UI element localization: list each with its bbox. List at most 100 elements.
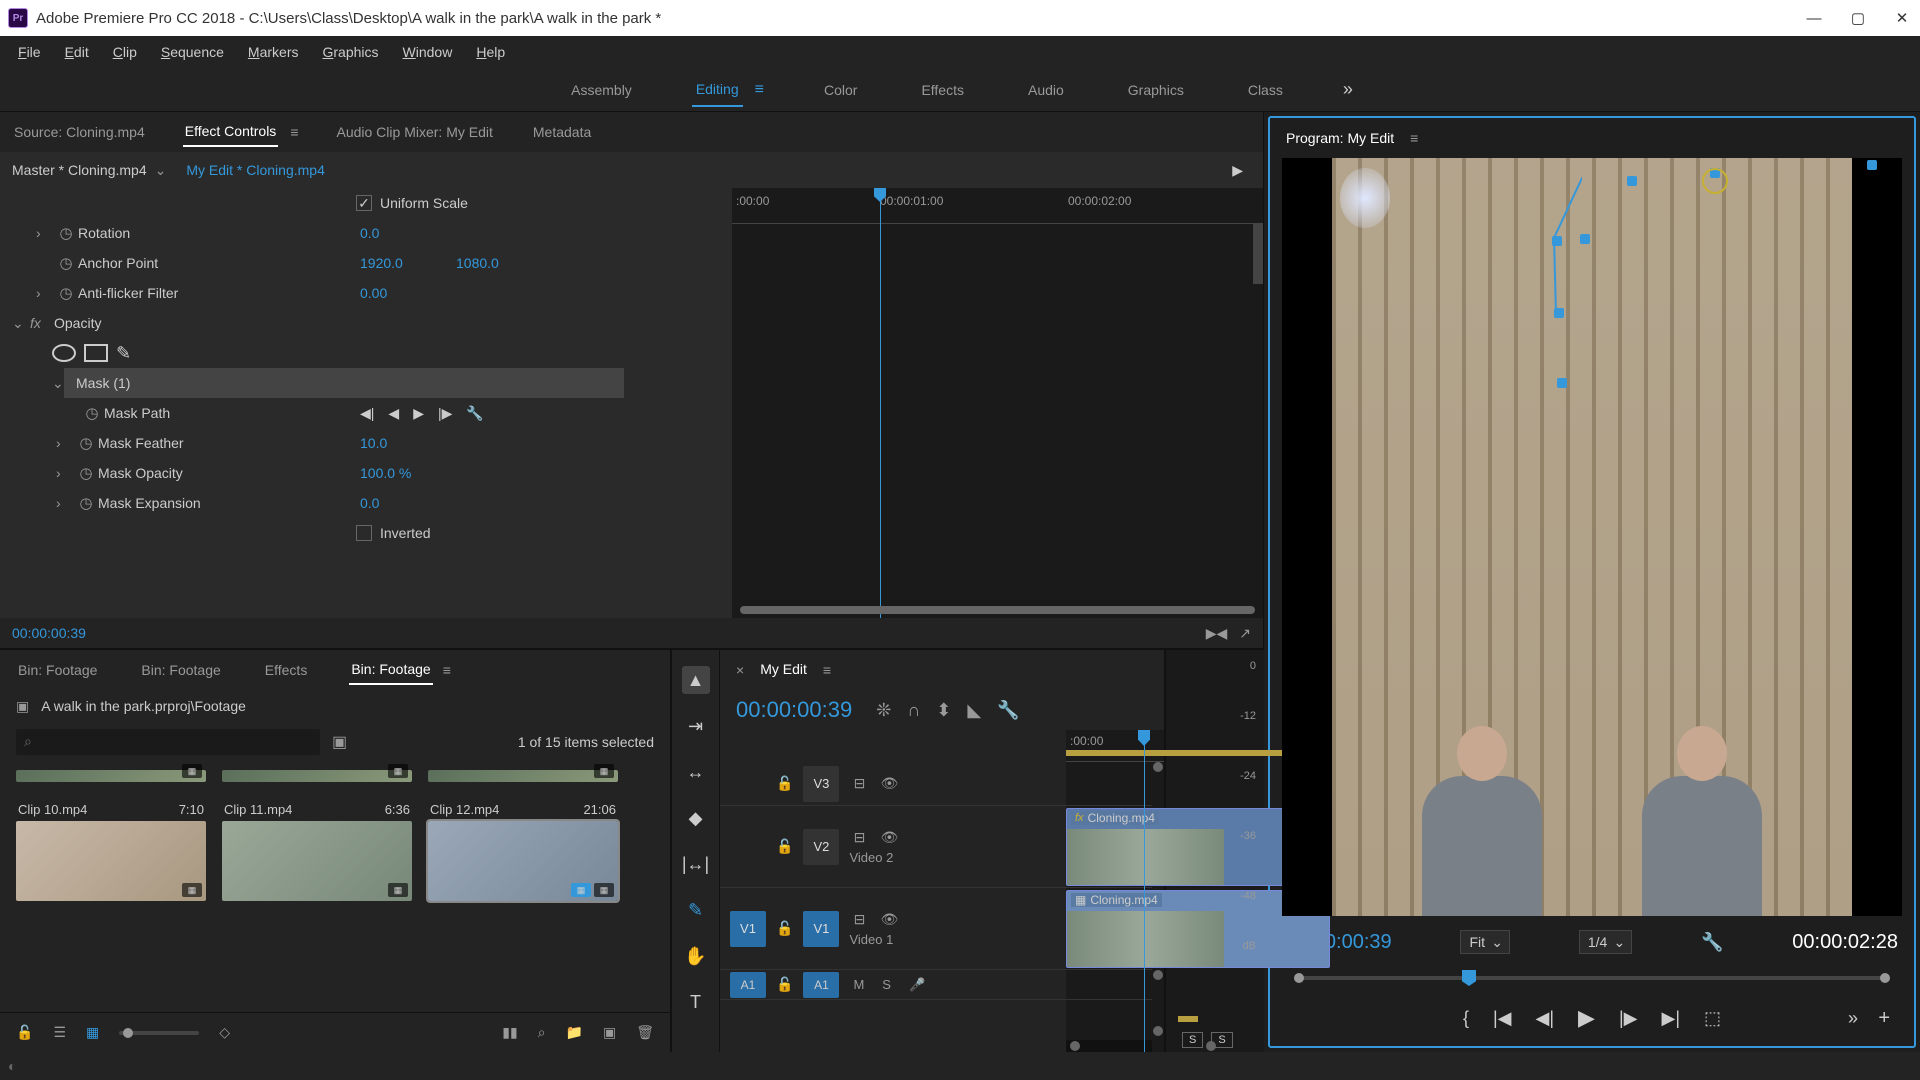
maskfeather-stopwatch-icon[interactable] xyxy=(74,434,98,452)
selection-tool-icon[interactable]: ▲ xyxy=(682,666,710,694)
workspace-class[interactable]: Class xyxy=(1244,74,1287,106)
v1-target[interactable]: V1 xyxy=(803,911,839,947)
timeline-current-time[interactable]: 00:00:00:39 xyxy=(736,697,852,723)
tl-vscroll-mid[interactable] xyxy=(1153,970,1163,980)
effect-playhead[interactable] xyxy=(880,188,881,618)
minimize-button[interactable]: — xyxy=(1804,8,1824,28)
project-tab-bin2[interactable]: Bin: Footage xyxy=(139,656,222,684)
track-select-tool-icon[interactable]: ⇥ xyxy=(682,712,710,740)
workspace-color[interactable]: Color xyxy=(820,74,861,106)
snap-icon[interactable]: ❊ xyxy=(876,700,891,721)
mask-vertex[interactable] xyxy=(1580,234,1590,244)
v3-sync-icon[interactable]: ⊟ xyxy=(849,775,869,792)
timeline-playhead[interactable] xyxy=(1144,730,1145,1052)
v3-target[interactable]: V3 xyxy=(803,766,839,802)
project-tab-bin1[interactable]: Bin: Footage xyxy=(16,656,99,684)
a1-solo-button[interactable]: S xyxy=(878,977,895,992)
maskfeather-value[interactable]: 10.0 xyxy=(360,435,420,451)
mask-inverted-checkbox[interactable] xyxy=(356,525,372,541)
menu-window[interactable]: Window xyxy=(393,40,463,64)
new-bin-footer-icon[interactable]: 📁 xyxy=(566,1024,583,1041)
add-marker-icon[interactable]: ⬍ xyxy=(936,700,951,721)
program-fit-dropdown[interactable]: Fit xyxy=(1460,930,1510,954)
delete-icon[interactable]: 🗑 xyxy=(636,1024,654,1041)
uniform-scale-checkbox[interactable] xyxy=(356,195,372,211)
anchor-stopwatch-icon[interactable] xyxy=(54,254,78,272)
maskexpansion-value[interactable]: 0.0 xyxy=(360,495,420,511)
effect-timeline[interactable]: :00:00 00:00:01:00 00:00:02:00 xyxy=(732,188,1263,618)
lift-icon[interactable]: ⬚ xyxy=(1704,1008,1721,1029)
project-tab-bin-active[interactable]: Bin: Footage xyxy=(349,655,432,685)
project-lock-icon[interactable]: 🔓 xyxy=(16,1024,33,1041)
menu-clip[interactable]: Clip xyxy=(103,40,147,64)
v3-eye-icon[interactable]: 👁 xyxy=(879,775,899,792)
automate-icon[interactable]: ▮▮ xyxy=(502,1024,517,1041)
a1-mute-button[interactable]: M xyxy=(849,977,868,992)
workspace-effects[interactable]: Effects xyxy=(917,74,968,106)
menu-file[interactable]: File xyxy=(8,40,51,64)
tl-vscroll-top[interactable] xyxy=(1153,762,1163,772)
maximize-button[interactable]: ▢ xyxy=(1848,8,1868,28)
mask-track-reverse-icon[interactable]: ◀| xyxy=(360,405,374,422)
pen-tool-icon[interactable]: ✎ xyxy=(682,896,710,924)
effect-controls-menu-icon[interactable]: ≡ xyxy=(290,124,298,140)
meter-solo-l-button[interactable]: S xyxy=(1182,1032,1203,1048)
razor-tool-icon[interactable]: ◆ xyxy=(682,804,710,832)
program-quality-dropdown[interactable]: 1/4 xyxy=(1579,930,1632,954)
maskexpansion-expand-icon[interactable] xyxy=(56,495,74,511)
project-path-up-icon[interactable]: ▣ xyxy=(16,698,29,715)
a1-record-icon[interactable]: 🎤 xyxy=(905,977,929,993)
maskfeather-expand-icon[interactable] xyxy=(56,435,74,451)
goto-out-icon[interactable]: ▶| xyxy=(1661,1008,1680,1029)
timeline-track-area[interactable]: :00:00 00:00:05:00 fxCloning.mp4 xyxy=(1066,730,1164,1052)
v2-eye-icon[interactable]: 👁 xyxy=(879,829,899,846)
program-scrubber[interactable] xyxy=(1286,964,1898,994)
icon-view-icon[interactable]: ▦ xyxy=(86,1024,99,1041)
mask-expand-icon[interactable] xyxy=(52,375,70,392)
workspace-assembly[interactable]: Assembly xyxy=(567,74,636,106)
a1-target[interactable]: A1 xyxy=(803,972,839,998)
marker-icon[interactable]: ◣ xyxy=(967,700,981,721)
v1-eye-icon[interactable]: 👁 xyxy=(879,911,899,928)
v2-sync-icon[interactable]: ⊟ xyxy=(849,829,869,846)
find-icon[interactable]: ⌕ xyxy=(538,1024,546,1041)
antiflicker-expand-icon[interactable] xyxy=(36,285,54,301)
v3-lock-icon[interactable]: 🔓 xyxy=(776,775,793,792)
mask-vertex[interactable] xyxy=(1867,160,1877,170)
clip-item[interactable]: Clip 12.mp421:06 ▦▦ xyxy=(428,798,618,901)
mask-label[interactable]: Mask (1) xyxy=(76,375,130,391)
mask-track-settings-icon[interactable]: 🔧 xyxy=(466,405,483,422)
mask-vertex[interactable] xyxy=(1627,176,1637,186)
scrub-end-dot[interactable] xyxy=(1880,973,1890,983)
transport-overflow-icon[interactable]: » xyxy=(1848,1008,1858,1029)
meter-solo-r-button[interactable]: S xyxy=(1211,1032,1232,1048)
opacity-fx-icon[interactable]: fx xyxy=(30,315,54,331)
slip-tool-icon[interactable]: |↔| xyxy=(682,850,710,878)
rotation-value[interactable]: 0.0 xyxy=(360,225,420,241)
tab-source[interactable]: Source: Cloning.mp4 xyxy=(12,118,147,146)
master-clip-dropdown-icon[interactable]: ⌄ xyxy=(155,162,167,179)
menu-graphics[interactable]: Graphics xyxy=(313,40,389,64)
maskpath-stopwatch-icon[interactable] xyxy=(80,404,104,422)
mask-track-prev-icon[interactable]: ◀ xyxy=(388,405,399,422)
antiflicker-stopwatch-icon[interactable] xyxy=(54,284,78,302)
sequence-name[interactable]: My Edit xyxy=(760,661,807,679)
mask-pen-icon[interactable]: ✎ xyxy=(116,343,131,364)
v1-sync-icon[interactable]: ⊟ xyxy=(849,911,869,928)
program-menu-icon[interactable]: ≡ xyxy=(1410,130,1418,146)
transport-add-icon[interactable]: + xyxy=(1878,1007,1890,1030)
mask-rectangle-icon[interactable] xyxy=(84,344,108,362)
sequence-menu-icon[interactable]: ≡ xyxy=(823,662,831,678)
workspace-overflow-icon[interactable]: » xyxy=(1343,79,1353,100)
maskopacity-expand-icon[interactable] xyxy=(56,465,74,481)
anchor-y-value[interactable]: 1080.0 xyxy=(456,255,499,271)
workspace-graphics[interactable]: Graphics xyxy=(1124,74,1188,106)
list-view-icon[interactable]: ☰ xyxy=(53,1024,66,1041)
type-tool-icon[interactable]: T xyxy=(682,988,710,1016)
menu-sequence[interactable]: Sequence xyxy=(151,40,234,64)
workspace-editing[interactable]: Editing xyxy=(692,73,743,107)
tl-hscroll-left[interactable] xyxy=(1070,1041,1080,1051)
tab-effect-controls[interactable]: Effect Controls xyxy=(183,117,279,147)
scrub-start-dot[interactable] xyxy=(1294,973,1304,983)
effect-hscroll-handle[interactable] xyxy=(740,606,1255,614)
